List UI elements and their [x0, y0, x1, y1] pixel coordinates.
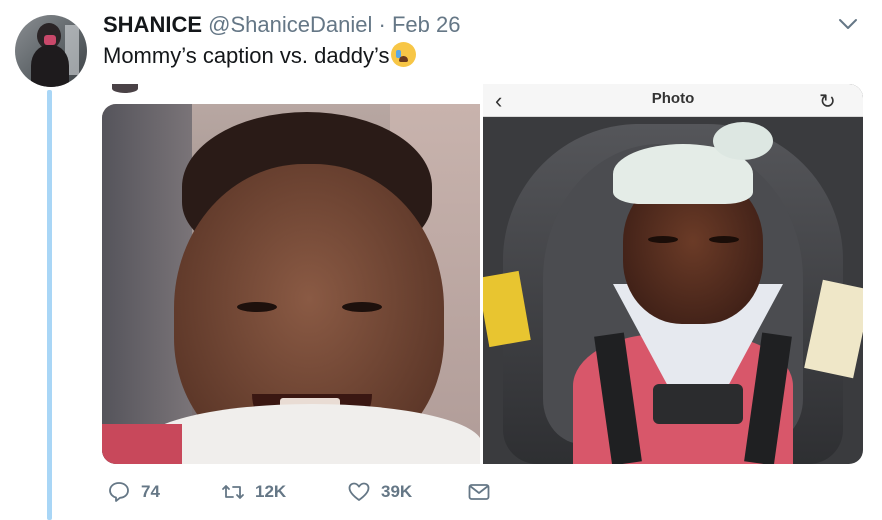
like-count: 39K [381, 482, 413, 501]
tweet-date[interactable]: Feb 26 [392, 12, 461, 37]
envelope-icon [468, 484, 490, 500]
author-handle[interactable]: @ShaniceDaniel [208, 12, 372, 37]
direct-message-button[interactable] [467, 480, 491, 504]
avatar[interactable] [15, 15, 87, 87]
thread-connector-line [47, 90, 52, 520]
baby-eye-left [648, 236, 678, 243]
tweet-header: SHANICE @ShaniceDaniel · Feb 26 [103, 12, 460, 38]
embedded-photo-navbar: ‹ Photo ↻ [483, 84, 863, 117]
tweet-actions: 74 12K 39K [103, 480, 523, 510]
retweet-button[interactable]: 12K [221, 480, 286, 504]
seat-buckle [653, 384, 743, 424]
reply-count: 74 [141, 482, 160, 501]
heart-icon [348, 482, 370, 501]
avatar-cup [44, 35, 56, 45]
author-name[interactable]: SHANICE [103, 12, 202, 37]
reply-icon [109, 482, 129, 502]
baby-eye-right [342, 302, 382, 312]
loudly-crying-face-icon [390, 42, 416, 67]
tweet-text-content: Mommy’s caption vs. daddy’s [103, 43, 390, 68]
separator-dot: · [378, 12, 386, 37]
baby-eye-left [237, 302, 277, 312]
baby-shirt [102, 424, 182, 464]
cropped-image-sliver [112, 84, 138, 93]
tweet-photo-left[interactable] [102, 104, 480, 464]
chevron-down-icon[interactable] [836, 12, 860, 36]
baby-eye-right [709, 236, 739, 243]
retweet-count: 12K [255, 482, 287, 501]
embedded-nav-title: Photo [651, 90, 695, 107]
avatar-body [31, 45, 69, 87]
tweet-text: Mommy’s caption vs. daddy’s [103, 42, 416, 69]
refresh-icon: ↻ [819, 91, 836, 113]
retweet-icon [222, 485, 244, 499]
like-button[interactable]: 39K [347, 480, 412, 504]
tweet-photo-right[interactable]: ‹ Photo ↻ [483, 84, 863, 464]
headband-bow [713, 122, 773, 160]
reply-button[interactable]: 74 [107, 480, 160, 504]
